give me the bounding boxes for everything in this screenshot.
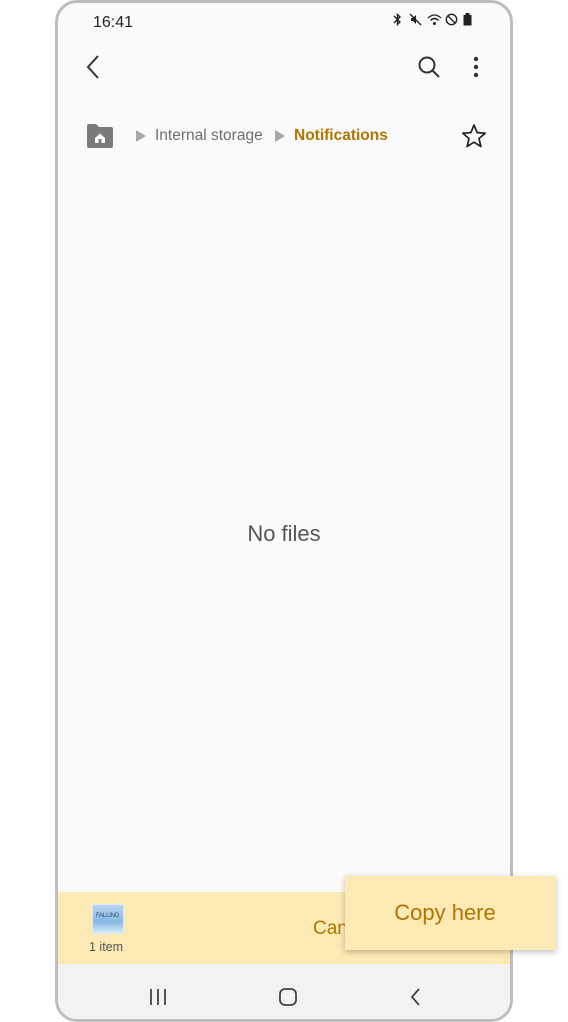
system-back-button[interactable] — [395, 982, 435, 1012]
wifi-icon — [427, 13, 442, 26]
back-button-icon — [410, 988, 420, 1006]
breadcrumb-internal-storage[interactable]: Internal storage — [155, 127, 263, 145]
back-arrow-icon — [86, 55, 99, 79]
search-button[interactable] — [411, 49, 447, 85]
status-icons — [391, 12, 476, 27]
cancel-button[interactable]: Can — [313, 918, 348, 940]
navigation-bar — [58, 964, 510, 1019]
breadcrumb-notifications[interactable]: Notifications — [294, 127, 388, 145]
selected-item-thumbnail: FALLING — [92, 904, 124, 934]
back-button[interactable] — [76, 49, 112, 85]
home-button[interactable] — [268, 982, 308, 1012]
favorite-button[interactable] — [461, 123, 487, 149]
item-count: 1 item — [89, 940, 124, 954]
more-options-icon — [473, 56, 479, 78]
battery-icon — [463, 13, 476, 26]
empty-state-message: No files — [247, 521, 321, 546]
recent-apps-button[interactable] — [138, 982, 178, 1012]
status-bar: 16:41 — [58, 3, 510, 41]
home-folder-button[interactable] — [85, 122, 115, 150]
search-icon — [418, 56, 440, 78]
mute-icon — [409, 13, 422, 26]
more-options-button[interactable] — [458, 49, 494, 85]
copy-here-label: Copy here — [394, 900, 496, 925]
bluetooth-icon — [391, 12, 404, 27]
home-folder-icon — [87, 124, 113, 148]
home-button-icon — [279, 988, 297, 1006]
do-not-disturb-icon — [445, 13, 458, 26]
star-icon — [461, 124, 487, 148]
copy-here-button[interactable]: Copy here — [345, 876, 556, 950]
breadcrumb: Internal storage Notifications — [85, 121, 489, 153]
breadcrumb-separator-icon — [136, 130, 146, 142]
status-time: 16:41 — [93, 14, 134, 31]
recent-apps-icon — [150, 989, 166, 1005]
phone-frame: 16:41 Internal storage Notifications No … — [55, 0, 513, 1022]
thumbnail-text: FALLING — [96, 913, 120, 919]
breadcrumb-separator-icon — [275, 130, 285, 142]
